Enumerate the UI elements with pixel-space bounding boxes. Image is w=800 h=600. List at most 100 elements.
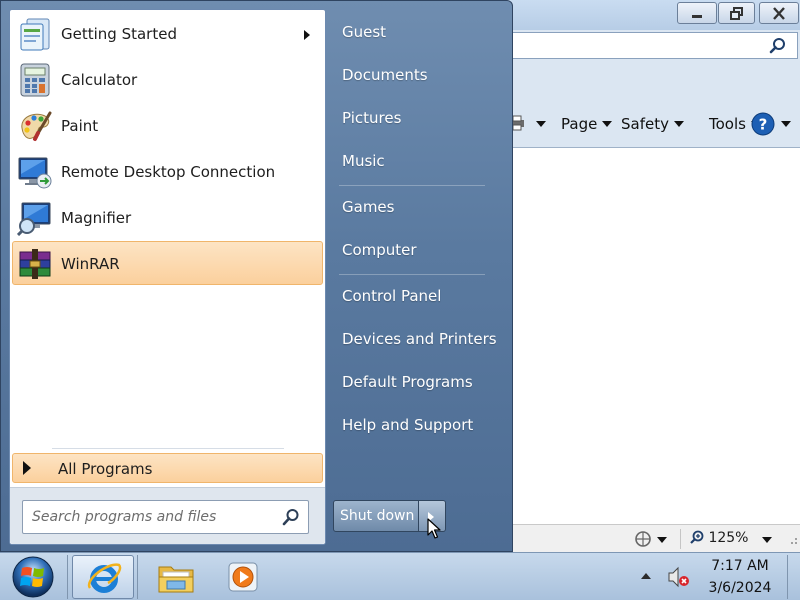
- remote-desktop-icon: [18, 157, 52, 189]
- program-paint[interactable]: Paint: [12, 103, 323, 147]
- taskbar: 7:17 AM 3/6/2024: [0, 552, 800, 600]
- place-label: Help and Support: [342, 416, 474, 434]
- taskbar-windows-explorer[interactable]: [144, 555, 206, 599]
- help-icon: ?: [751, 112, 775, 136]
- program-calculator[interactable]: Calculator: [12, 57, 323, 101]
- getting-started-icon: [20, 18, 50, 51]
- chevron-down-icon[interactable]: [762, 537, 772, 543]
- search-icon[interactable]: [282, 508, 300, 526]
- zoom-icon: [690, 530, 704, 544]
- chevron-down-icon: [781, 120, 791, 127]
- shutdown-label: Shut down: [340, 508, 415, 524]
- start-orb-icon[interactable]: [8, 555, 58, 599]
- place-games[interactable]: Games: [328, 190, 500, 226]
- close-button[interactable]: [759, 2, 799, 24]
- programs-pane: Getting Started Calculator Paint Remote …: [9, 9, 326, 545]
- program-label: Magnifier: [61, 209, 132, 227]
- chevron-down-icon: [673, 121, 684, 127]
- place-label: Devices and Printers: [342, 330, 497, 348]
- safety-menu[interactable]: Safety: [621, 115, 684, 133]
- program-label: Remote Desktop Connection: [61, 163, 276, 181]
- status-divider: [680, 529, 681, 549]
- magnifier-icon: [17, 202, 51, 236]
- page-menu[interactable]: Page: [561, 115, 613, 133]
- search-input[interactable]: [24, 502, 274, 532]
- place-label: Computer: [342, 241, 417, 259]
- ie-command-bar: Page Safety Tools ?: [500, 108, 800, 142]
- minimize-button[interactable]: [677, 2, 717, 24]
- place-label: Music: [342, 152, 385, 170]
- place-control-panel[interactable]: Control Panel: [328, 279, 500, 315]
- chevron-right-icon: [304, 30, 310, 40]
- calculator-icon: [20, 63, 50, 97]
- show-hidden-icons-icon[interactable]: [641, 573, 651, 579]
- all-programs-label: All Programs: [58, 460, 153, 478]
- place-default-programs[interactable]: Default Programs: [328, 365, 500, 401]
- clock-time[interactable]: 7:17 AM: [710, 558, 770, 574]
- places-divider: [339, 274, 485, 275]
- help-menu[interactable]: ?: [751, 112, 791, 136]
- program-label: WinRAR: [61, 255, 120, 273]
- places-divider: [339, 185, 485, 186]
- place-label: Default Programs: [342, 373, 473, 391]
- place-help-and-support[interactable]: Help and Support: [328, 408, 500, 444]
- privacy-icon[interactable]: [634, 529, 656, 549]
- chevron-down-icon[interactable]: [657, 537, 667, 543]
- zoom-control[interactable]: 125%: [690, 530, 748, 546]
- chevron-right-icon: [23, 461, 31, 475]
- svg-text:?: ?: [759, 116, 768, 134]
- place-music[interactable]: Music: [328, 144, 500, 180]
- safety-menu-label: Safety: [621, 115, 669, 133]
- taskbar-internet-explorer[interactable]: [72, 555, 134, 599]
- internet-explorer-icon: [87, 563, 122, 593]
- close-icon: [773, 7, 785, 20]
- taskbar-divider: [67, 555, 68, 599]
- place-documents[interactable]: Documents: [328, 58, 500, 94]
- place-guest[interactable]: Guest: [328, 15, 500, 51]
- taskbar-media-player[interactable]: [212, 555, 274, 599]
- search-icon[interactable]: [769, 37, 787, 55]
- clock-date[interactable]: 3/6/2024: [706, 580, 774, 596]
- show-desktop-button[interactable]: [787, 555, 800, 599]
- winrar-icon: [19, 249, 51, 279]
- program-remote-desktop-connection[interactable]: Remote Desktop Connection: [12, 149, 323, 193]
- zoom-level: 125%: [708, 530, 749, 546]
- volume-muted-icon[interactable]: [667, 566, 691, 588]
- place-label: Control Panel: [342, 287, 442, 305]
- search-box[interactable]: [22, 500, 309, 534]
- program-label: Calculator: [61, 71, 138, 89]
- program-getting-started[interactable]: Getting Started: [12, 11, 323, 55]
- place-pictures[interactable]: Pictures: [328, 101, 500, 137]
- restore-button[interactable]: [718, 2, 755, 24]
- chevron-down-icon: [602, 121, 613, 127]
- place-label: Games: [342, 198, 395, 216]
- ie-search-field[interactable]: [500, 32, 798, 59]
- place-devices-and-printers[interactable]: Devices and Printers: [328, 322, 500, 358]
- program-winrar[interactable]: WinRAR: [12, 241, 323, 285]
- place-label: Documents: [342, 66, 428, 84]
- shutdown-button[interactable]: Shut down: [333, 500, 419, 532]
- tools-menu-label: Tools: [709, 115, 746, 133]
- place-computer[interactable]: Computer: [328, 233, 500, 269]
- page-menu-label: Page: [561, 115, 598, 133]
- paint-icon: [21, 111, 52, 141]
- program-magnifier[interactable]: Magnifier: [12, 195, 323, 239]
- ie-status-bar: 125%: [500, 524, 800, 552]
- restore-icon: [729, 7, 743, 20]
- minimize-icon: [692, 15, 702, 18]
- place-label: Guest: [342, 23, 387, 41]
- programs-divider: [52, 448, 284, 449]
- taskbar-divider: [137, 555, 138, 599]
- print-menu[interactable]: [510, 115, 546, 133]
- start-menu: Getting Started Calculator Paint Remote …: [0, 0, 513, 552]
- ie-page-content: [512, 147, 800, 525]
- windows-explorer-icon: [158, 566, 194, 593]
- search-area: [10, 487, 325, 544]
- mouse-cursor-icon: [427, 518, 441, 539]
- resize-grip-icon[interactable]: [788, 537, 798, 547]
- media-player-icon: [228, 562, 258, 592]
- program-label: Getting Started: [61, 25, 177, 43]
- program-label: Paint: [61, 117, 99, 135]
- place-label: Pictures: [342, 109, 402, 127]
- all-programs-button[interactable]: All Programs: [12, 453, 323, 483]
